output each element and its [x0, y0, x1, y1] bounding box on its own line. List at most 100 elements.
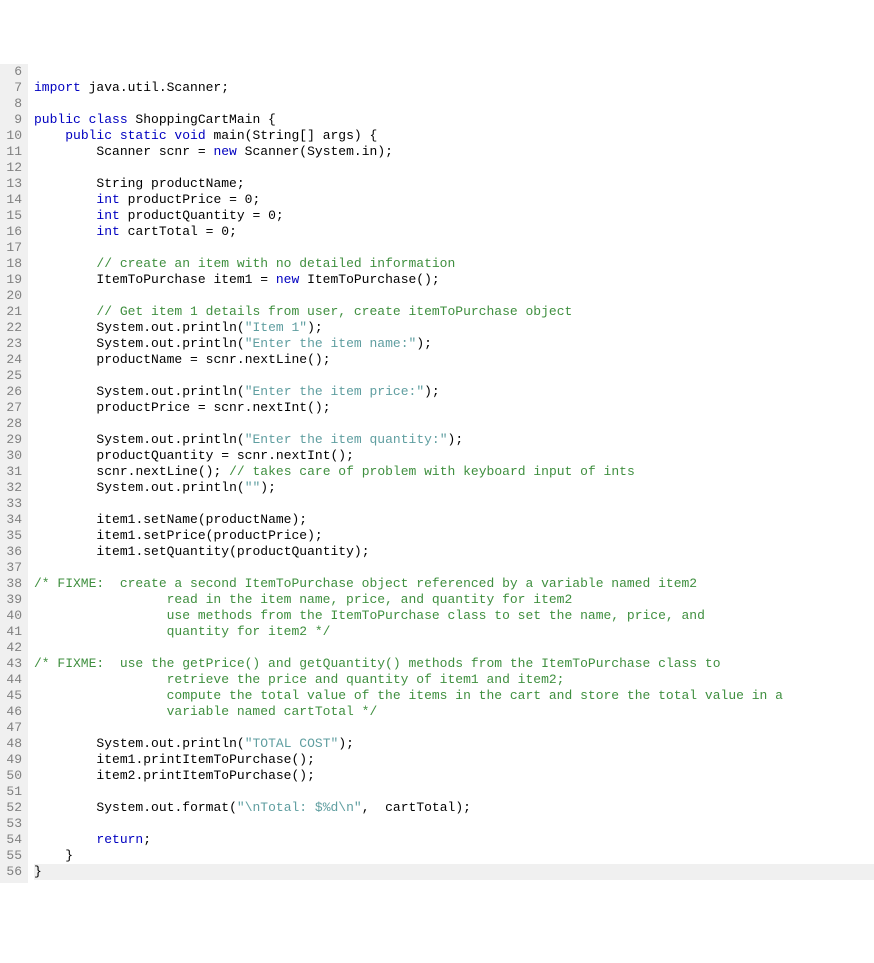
- line-number: 52: [4, 800, 22, 816]
- token: ();: [291, 768, 314, 783]
- token: item1: [96, 528, 135, 543]
- token: item1: [96, 544, 135, 559]
- token: setName: [143, 512, 198, 527]
- code-line: /* FIXME: use the getPrice() and getQuan…: [34, 656, 721, 671]
- line-number: 28: [4, 416, 22, 432]
- code-line: System.out.println("Enter the item price…: [34, 384, 440, 399]
- line-number: 10: [4, 128, 22, 144]
- token: ;: [229, 224, 237, 239]
- token: ();: [307, 400, 330, 415]
- line-number: 53: [4, 816, 22, 832]
- token: .: [268, 448, 276, 463]
- token: "Enter the item price:": [245, 384, 424, 399]
- line-number: 56: [4, 864, 22, 880]
- code-line: // create an item with no detailed infor…: [34, 256, 455, 271]
- token: productPrice: [128, 192, 229, 207]
- token: // create an item with no detailed infor…: [96, 256, 455, 271]
- token: System: [96, 320, 143, 335]
- line-number: 43: [4, 656, 22, 672]
- token: System: [307, 144, 354, 159]
- code-line: item2.printItemToPurchase();: [34, 768, 315, 783]
- token: out: [151, 320, 174, 335]
- token: nextInt: [252, 400, 307, 415]
- token: out: [151, 480, 174, 495]
- line-number: 54: [4, 832, 22, 848]
- token: ,: [362, 800, 385, 815]
- token: productPrice: [96, 400, 197, 415]
- token: compute the total value of the items in …: [34, 688, 783, 703]
- token: cartTotal: [128, 224, 206, 239]
- code-line: System.out.println("Item 1");: [34, 320, 323, 335]
- line-number: 13: [4, 176, 22, 192]
- token: System: [96, 800, 143, 815]
- code-line: public class ShoppingCartMain {: [34, 112, 276, 127]
- line-number: 36: [4, 544, 22, 560]
- token: ItemToPurchase: [307, 272, 416, 287]
- token: println: [182, 336, 237, 351]
- line-number: 33: [4, 496, 22, 512]
- token: read in the item name, price, and quanti…: [34, 592, 572, 607]
- token: .: [143, 736, 151, 751]
- code-line: }: [34, 864, 874, 880]
- token: ();: [331, 448, 354, 463]
- line-number: 17: [4, 240, 22, 256]
- line-number: 45: [4, 688, 22, 704]
- token: out: [151, 336, 174, 351]
- line-number: 46: [4, 704, 22, 720]
- token: );: [260, 480, 276, 495]
- code-line: ItemToPurchase item1 = new ItemToPurchas…: [34, 272, 440, 287]
- token: println: [182, 320, 237, 335]
- line-number: 35: [4, 528, 22, 544]
- token: /* FIXME: create a second ItemToPurchase…: [34, 576, 697, 591]
- token: productName;: [151, 176, 245, 191]
- line-number: 31: [4, 464, 22, 480]
- token: ;: [276, 208, 284, 223]
- line-number: 25: [4, 368, 22, 384]
- code-line: }: [34, 848, 73, 863]
- token: );: [338, 736, 354, 751]
- token: =: [206, 224, 222, 239]
- code-line: productQuantity = scnr.nextInt();: [34, 448, 354, 463]
- code-line: productPrice = scnr.nextInt();: [34, 400, 331, 415]
- line-number: 26: [4, 384, 22, 400]
- token: );: [424, 384, 440, 399]
- token: Scanner scnr: [96, 144, 197, 159]
- token: new: [276, 272, 307, 287]
- token: .: [143, 384, 151, 399]
- code-line: [34, 96, 42, 111]
- code-line: quantity for item2 */: [34, 624, 330, 639]
- line-number: 19: [4, 272, 22, 288]
- token: quantity for item2 */: [34, 624, 330, 639]
- token: printItemToPurchase: [143, 752, 291, 767]
- token: item1: [96, 752, 135, 767]
- token: 0: [268, 208, 276, 223]
- token: "Enter the item name:": [245, 336, 417, 351]
- token: out: [151, 800, 174, 815]
- token: productPrice: [213, 528, 307, 543]
- token: System: [96, 384, 143, 399]
- line-number: 6: [4, 64, 22, 80]
- token: );: [307, 320, 323, 335]
- code-line: [34, 64, 42, 79]
- token: // Get item 1 details from user, create …: [96, 304, 572, 319]
- line-number: 7: [4, 80, 22, 96]
- token: .: [354, 144, 362, 159]
- token: (: [237, 736, 245, 751]
- token: ();: [198, 464, 229, 479]
- line-number: 16: [4, 224, 22, 240]
- token: .: [237, 352, 245, 367]
- line-number: 30: [4, 448, 22, 464]
- token: format: [182, 800, 229, 815]
- code-line: System.out.println("Enter the item quant…: [34, 432, 463, 447]
- code-line: Scanner scnr = new Scanner(System.in);: [34, 144, 393, 159]
- token: "Item 1": [245, 320, 307, 335]
- code-line: item1.setPrice(productPrice);: [34, 528, 323, 543]
- code-line: variable named cartTotal */: [34, 704, 377, 719]
- token: =: [221, 448, 237, 463]
- token: ();: [416, 272, 439, 287]
- token: int: [96, 192, 127, 207]
- token: System: [96, 480, 143, 495]
- line-number: 44: [4, 672, 22, 688]
- code-area[interactable]: import java.util.Scanner; public class S…: [28, 64, 874, 883]
- token: =: [252, 208, 268, 223]
